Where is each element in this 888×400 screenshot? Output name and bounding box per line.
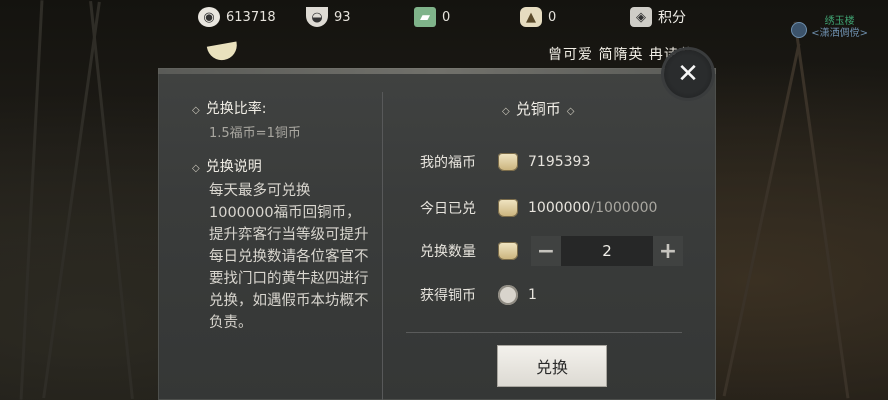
right-title-text: 兑铜币 [515,100,561,118]
minus-button[interactable]: − [531,236,561,266]
money-bag-icon [498,242,518,260]
today-label: 今日已兑 [420,201,476,217]
my-fubi-label: 我的福币 [420,155,476,171]
rate-heading: ◇ 兑换比率: [192,98,266,118]
score-badge-icon: ◈ [630,7,652,27]
money-bag-icon: ▲ [520,7,542,27]
exchange-info-column: ◇ 兑换比率: 1.5福币=1铜币 ◇ 兑换说明 每天最多可兑换1000000福币回… [172,92,383,400]
get-value: 1 [528,287,537,303]
green-ticket-icon: ▰ [414,7,436,27]
today-max: /1000000 [590,200,658,216]
quantity-stepper[interactable]: − 2 + [531,236,683,266]
score-label: 积分 [658,10,686,26]
exchange-button[interactable]: 兑换 [497,345,607,387]
qty-label: 兑换数量 [420,244,476,260]
plus-button[interactable]: + [653,236,683,266]
score-button[interactable]: ◈ 积分 [630,6,686,28]
resource-coins[interactable]: ◉ 613718 [198,6,276,28]
divider [406,332,682,333]
my-fubi-value: 7195393 [528,154,591,170]
guest-tag[interactable]: 绣玉楼 <潇洒倜傥> [791,16,868,40]
coin-reel-icon [498,285,518,305]
my-fubi-row: 我的福币 7195393 [420,150,590,174]
ticket-value: 0 [442,9,451,25]
guest-subtitle: <潇洒倜傥> [811,28,868,39]
close-button[interactable]: ✕ [664,50,712,98]
guest-name: 绣玉楼 [824,16,855,27]
money-bag-icon [498,199,518,217]
diamond-bullet-icon: ◇ [502,106,510,117]
diamond-bullet-icon: ◇ [192,163,200,174]
bowl-value: 93 [334,9,351,25]
today-value: 1000000 [528,200,591,216]
resource-ticket[interactable]: ▰ 0 [414,6,450,28]
desc-heading: ◇ 兑换说明 [192,156,262,176]
coin-reel-icon: ◉ [198,7,220,27]
close-icon: ✕ [677,59,699,89]
today-exchanged-row: 今日已兑 1000000/1000000 [420,196,657,220]
panel-top-edge [158,68,716,74]
quantity-row: 兑换数量 [420,239,528,263]
obtained-copper-row: 获得铜币 1 [420,283,537,307]
desc-title: 兑换说明 [205,159,262,175]
bag-value: 0 [548,9,557,25]
resource-bar: ◉ 613718 ◒ 93 ▰ 0 ▲ 0 ◈ 积分 [0,0,888,34]
rate-title: 兑换比率: [205,101,267,117]
diamond-bullet-icon: ◇ [192,105,200,116]
diamond-bullet-icon: ◇ [566,106,575,117]
resource-bag[interactable]: ▲ 0 [520,6,556,28]
desc-text: 每天最多可兑换1000000福币回铜币，提升弈客行当等级可提升每日兑换数请各位客… [209,183,369,331]
resource-bowl[interactable]: ◒ 93 [306,6,351,28]
copper-exchange-title: ◇ 兑铜币 ◇ [496,98,580,119]
get-label: 获得铜币 [420,288,476,304]
money-bag-icon [498,153,518,171]
rate-value: 1.5福币=1铜币 [209,126,301,141]
coins-value: 613718 [226,9,276,25]
rice-bowl-icon: ◒ [306,7,328,27]
quantity-value[interactable]: 2 [561,236,653,266]
